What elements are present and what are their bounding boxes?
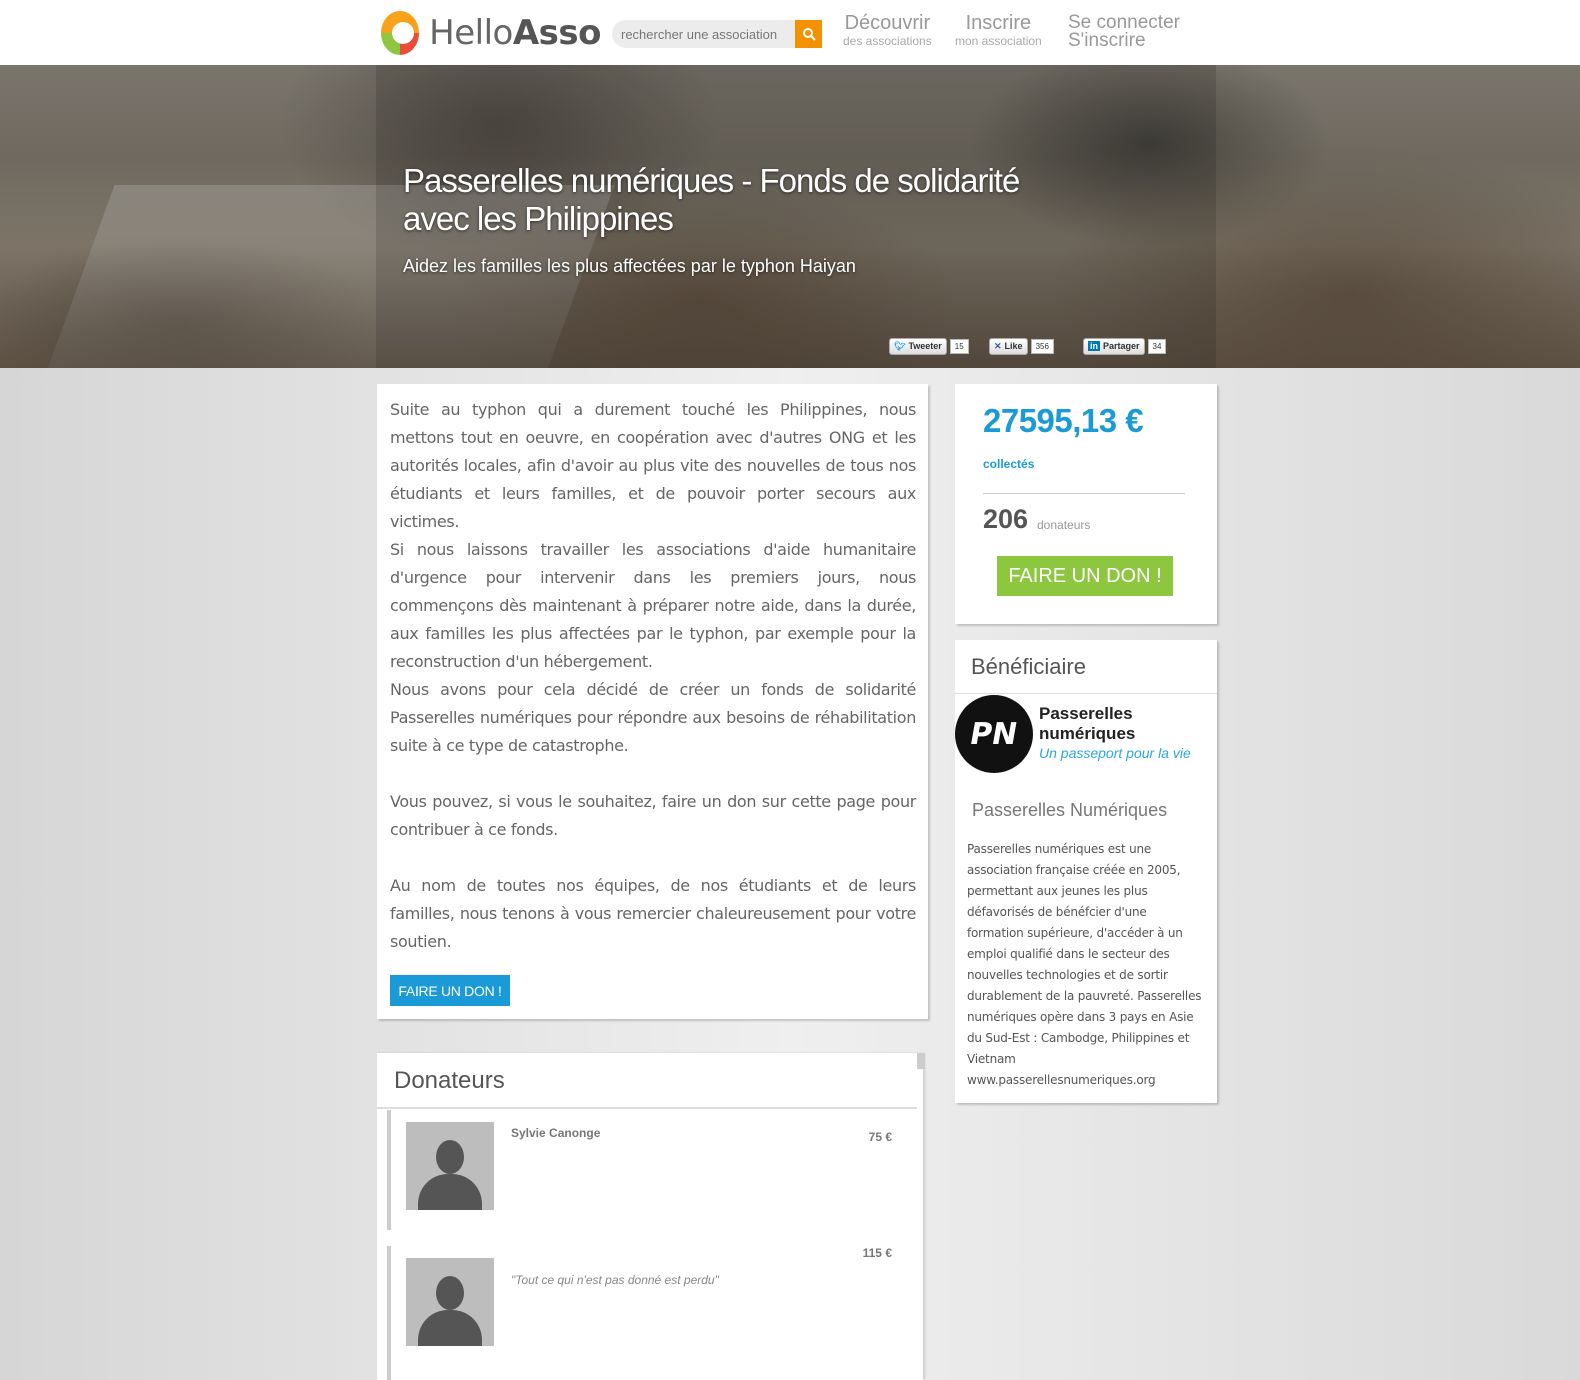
campaign-subtitle: Aidez les familles les plus affectées pa…: [403, 256, 856, 276]
logo-asso: Asso: [512, 13, 602, 53]
donor-item: 115 € "Tout ce qui n'est pas donné est p…: [387, 1246, 912, 1380]
description-paragraph: Si nous laissons travailler les associat…: [390, 540, 916, 671]
donor-item: Sylvie Canonge 75 €: [387, 1110, 912, 1230]
like-count: 356: [1030, 338, 1054, 354]
scrollbar[interactable]: [917, 1053, 925, 1069]
search-input[interactable]: [612, 20, 794, 48]
beneficiary-name[interactable]: Passerelles Numériques: [972, 800, 1167, 821]
tweet-count: 15: [949, 338, 969, 354]
donor-amount: 115 €: [862, 1246, 892, 1260]
nav-register-label: Inscrire: [965, 12, 1032, 34]
donor-message: "Tout ce qui n'est pas donné est perdu": [511, 1273, 719, 1287]
search-button[interactable]: [795, 20, 822, 48]
donate-main-button[interactable]: FAIRE UN DON !: [997, 556, 1173, 596]
nav-register[interactable]: Inscrire mon association: [955, 12, 1042, 48]
like-btn[interactable]: ✕ Like: [989, 337, 1028, 355]
donors-count: 206: [983, 504, 1029, 534]
share-count: 34: [1147, 338, 1167, 354]
campaign-title: Passerelles numériques - Fonds de solida…: [403, 162, 1020, 237]
search-box: [612, 20, 822, 48]
logo-tagline: Un passeport pour la vie: [1039, 745, 1191, 761]
passerelles-logo[interactable]: PN: [955, 695, 1033, 773]
donors-title: Donateurs: [394, 1067, 505, 1094]
facebook-icon: ✕: [994, 340, 1002, 351]
description-paragraph: Au nom de toutes nos équipes, de nos étu…: [390, 876, 916, 951]
description-paragraph: Suite au typhon qui a durement touché le…: [390, 400, 916, 531]
top-navigation-bar: HelloAsso Découvrir des associations Ins…: [0, 0, 1580, 65]
beneficiary-title: Bénéficiaire: [971, 654, 1086, 679]
twitter-icon: 🐦︎: [894, 340, 906, 351]
helloasso-logo[interactable]: HelloAsso: [381, 10, 602, 56]
signup-link[interactable]: S'inscrire: [1068, 31, 1180, 50]
nav-discover[interactable]: Découvrir des associations: [843, 12, 932, 48]
nav-account: Se connecter S'inscrire: [1068, 13, 1180, 50]
divider: [377, 1107, 917, 1109]
search-icon: [802, 28, 816, 41]
tweet-label: Tweeter: [908, 341, 942, 351]
campaign-description-card: Suite au typhon qui a durement touché le…: [377, 384, 928, 1019]
collected-label: collectés: [983, 457, 1035, 471]
amount-collected: 27595,13 €: [983, 402, 1144, 439]
nav-discover-sub: des associations: [843, 34, 932, 48]
donors-card: Donateurs Sylvie Canonge 75 € 115 € "Tou…: [377, 1053, 925, 1380]
description-paragraph: Nous avons pour cela décidé de créer un …: [390, 680, 916, 755]
hero-banner: Passerelles numériques - Fonds de solida…: [0, 65, 1580, 368]
beneficiary-description: Passerelles numériques est une associati…: [967, 842, 1202, 1087]
campaign-description: Suite au typhon qui a durement touché le…: [390, 396, 916, 956]
share-label: Partager: [1103, 341, 1140, 351]
nav-register-sub: mon association: [955, 34, 1042, 48]
share-btn[interactable]: in Partager: [1083, 337, 1145, 355]
donate-button[interactable]: FAIRE UN DON !: [390, 975, 510, 1006]
donation-stats-card: 27595,13 € collectés 206 donateurs FAIRE…: [955, 384, 1217, 624]
avatar: [406, 1258, 494, 1346]
like-label: Like: [1004, 341, 1023, 351]
nav-discover-label: Découvrir: [844, 12, 931, 34]
divider: [983, 493, 1185, 494]
like-button[interactable]: ✕ Like 356: [989, 337, 1054, 355]
logo-initials: PN: [967, 716, 1021, 752]
logo-wordmark: HelloAsso: [429, 13, 601, 53]
avatar: [406, 1122, 494, 1210]
linkedin-icon: in: [1088, 341, 1100, 351]
helloasso-logo-icon: [381, 11, 420, 55]
description-paragraph: Vous pouvez, si vous le souhaitez, faire…: [390, 792, 916, 839]
donor-amount: 75 €: [868, 1130, 892, 1144]
beneficiary-card: Bénéficiaire PN Passerelles numériques U…: [955, 640, 1217, 1103]
tweet-btn[interactable]: 🐦︎ Tweeter: [889, 337, 947, 355]
donor-name: Sylvie Canonge: [511, 1126, 601, 1140]
logo-org-name: Passerelles numériques: [1039, 704, 1136, 743]
tweet-button[interactable]: 🐦︎ Tweeter 15: [889, 337, 969, 355]
divider: [955, 693, 1217, 694]
logo-hello: Hello: [429, 13, 513, 53]
donors-label: donateurs: [1037, 518, 1091, 532]
share-button[interactable]: in Partager 34: [1083, 337, 1167, 355]
